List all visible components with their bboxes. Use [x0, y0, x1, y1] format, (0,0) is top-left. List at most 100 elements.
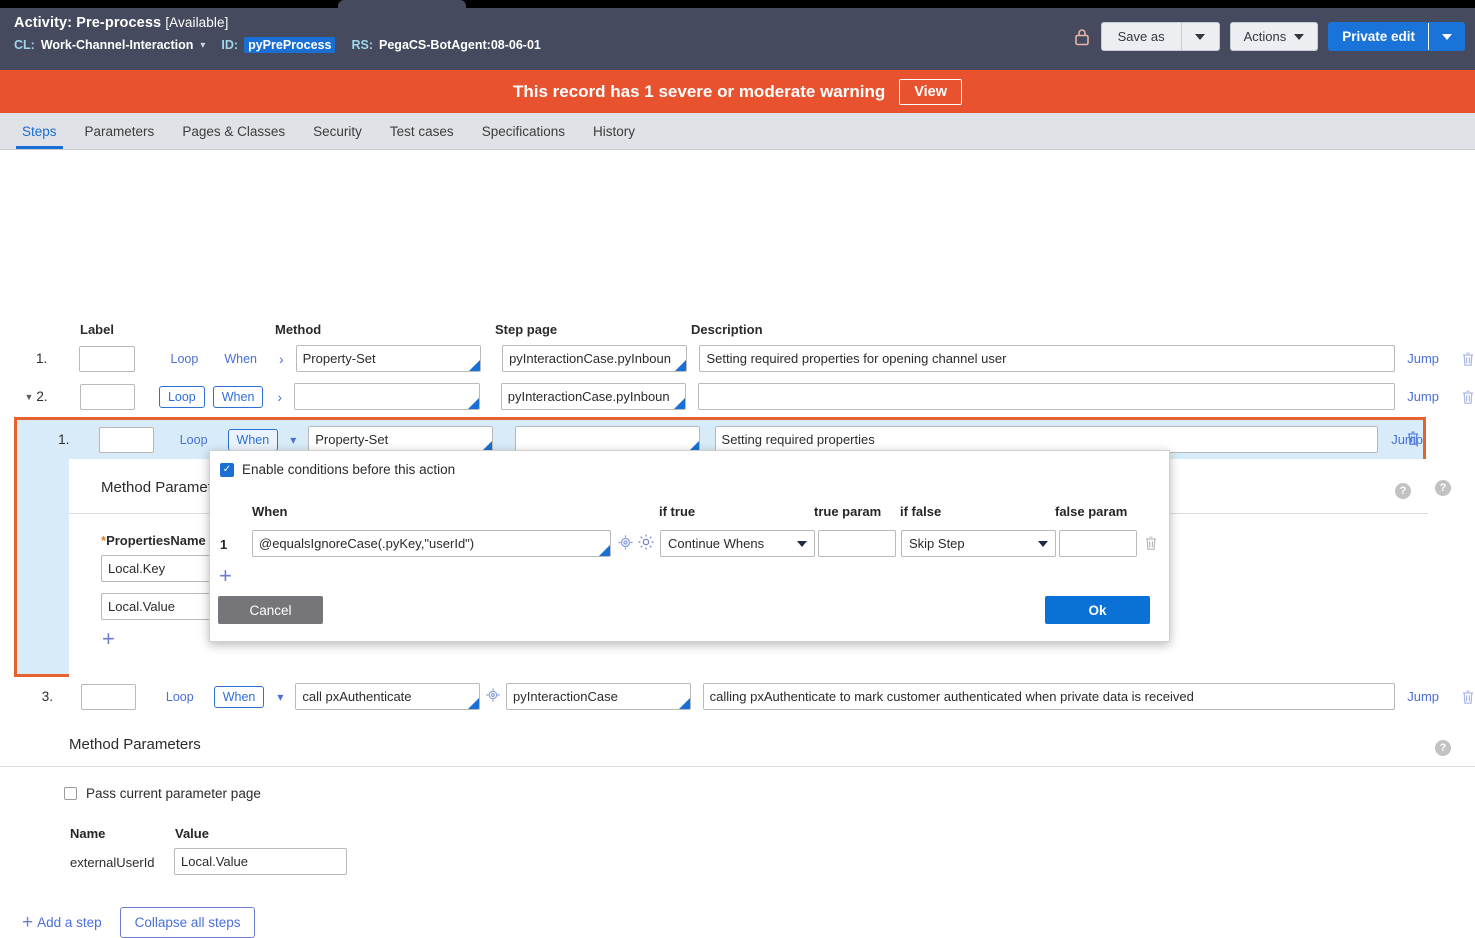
step-label-input[interactable] [80, 683, 136, 710]
collapse-triangle-icon[interactable]: ▼ [22, 392, 36, 402]
warning-banner: This record has 1 severe or moderate war… [0, 70, 1475, 113]
column-header-value: Value [175, 826, 209, 841]
when-button[interactable]: When [212, 385, 264, 408]
step-page-input[interactable]: pyInteractionCase [506, 683, 691, 710]
description-input[interactable]: calling pxAuthenticate to mark customer … [702, 683, 1396, 710]
steps-footer: + Add a step Collapse all steps [22, 907, 256, 938]
jump-link[interactable]: Jump [1407, 351, 1439, 366]
parameter-value-input[interactable]: Local.Value [174, 848, 347, 875]
warning-view-button[interactable]: View [899, 78, 963, 105]
true-param-input[interactable] [818, 530, 896, 557]
description-input[interactable] [698, 383, 1396, 410]
step-label-input[interactable] [99, 426, 154, 453]
add-condition-icon[interactable]: + [219, 565, 232, 587]
method-parameters-title: Method Parameters [69, 736, 201, 753]
step-page-input[interactable]: pyInteractionCase.pyInboun [502, 345, 688, 372]
save-as-label: Save as [1117, 29, 1165, 44]
ruleset-value: PegaCS-BotAgent:08-06-01 [379, 38, 541, 52]
chevron-down-icon [1294, 33, 1305, 40]
pass-parameter-page-label: Pass current parameter page [86, 786, 261, 801]
method-input[interactable]: Property-Set [295, 345, 482, 372]
collapse-all-steps-button[interactable]: Collapse all steps [119, 907, 256, 938]
when-conditions-popup: ✓ Enable conditions before this action W… [209, 450, 1170, 642]
tab-bar: Steps Parameters Pages & Classes Securit… [0, 113, 1475, 150]
when-link[interactable]: When [218, 352, 263, 366]
private-edit-button[interactable]: Private edit [1328, 22, 1465, 51]
tab-test-cases[interactable]: Test cases [376, 113, 468, 149]
availability-badge: [Available] [165, 15, 229, 30]
chevron-down-icon [1441, 33, 1452, 40]
save-as-button[interactable]: Save as [1100, 22, 1220, 51]
tab-pages-and-classes[interactable]: Pages & Classes [168, 113, 299, 149]
loop-link[interactable]: Loop [174, 433, 214, 447]
tab-history[interactable]: History [579, 113, 649, 149]
step-page-input[interactable]: pyInteractionCase.pyInboun [500, 383, 687, 410]
save-as-dropdown-toggle[interactable] [1180, 23, 1219, 50]
method-input[interactable] [294, 383, 480, 410]
loop-button[interactable]: Loop [158, 385, 205, 408]
column-header-method: Method [275, 322, 322, 337]
chevron-down-icon[interactable]: ▾ [200, 40, 205, 51]
nested-delete-step-icon[interactable] [1406, 430, 1420, 446]
ok-button[interactable]: Ok [1045, 596, 1150, 624]
description-input[interactable]: Setting required properties for opening … [699, 345, 1396, 372]
actions-button[interactable]: Actions [1229, 22, 1319, 51]
lock-icon[interactable] [1073, 27, 1091, 47]
if-true-select[interactable]: Continue Whens [660, 530, 815, 557]
popup-column-when: When [252, 504, 288, 519]
plus-icon: + [22, 912, 34, 933]
target-icon[interactable] [485, 687, 501, 706]
jump-link[interactable]: Jump [1407, 689, 1439, 704]
jump-link[interactable]: Jump [1407, 389, 1439, 404]
loop-link[interactable]: Loop [160, 690, 200, 704]
add-parameter-icon[interactable]: + [102, 628, 115, 650]
help-icon[interactable]: ? [1435, 480, 1451, 496]
if-false-select[interactable]: Skip Step [901, 530, 1056, 557]
expand-conditions-icon[interactable]: › [275, 351, 288, 367]
page-title-prefix: Activity: [14, 15, 73, 31]
help-icon[interactable]: ? [1435, 740, 1451, 756]
enable-conditions-checkbox[interactable]: ✓ [220, 462, 234, 477]
step-number: 1. [36, 351, 48, 366]
cancel-button[interactable]: Cancel [218, 596, 323, 624]
delete-step-icon[interactable] [1461, 351, 1475, 367]
description-input[interactable]: Setting required properties [714, 426, 1379, 453]
delete-step-icon[interactable] [1461, 389, 1475, 405]
method-input[interactable]: Property-Set [308, 426, 493, 453]
enable-conditions-label: Enable conditions before this action [242, 462, 456, 477]
delete-step-icon[interactable] [1461, 689, 1475, 705]
help-icon[interactable]: ? [1395, 483, 1411, 499]
method-input[interactable]: call pxAuthenticate [295, 683, 481, 710]
add-a-step-button[interactable]: + Add a step [22, 913, 102, 932]
chevron-down-icon[interactable]: ▾ [273, 690, 287, 704]
tab-parameters[interactable]: Parameters [71, 113, 169, 149]
step-label-input[interactable] [79, 345, 135, 372]
popup-column-if-true: if true [659, 504, 696, 519]
step-number: 2. [36, 389, 48, 404]
tab-specifications[interactable]: Specifications [468, 113, 579, 149]
tab-security[interactable]: Security [299, 113, 376, 149]
when-button[interactable]: When [213, 685, 265, 708]
false-param-input[interactable] [1059, 530, 1137, 557]
when-button[interactable]: When [227, 428, 279, 451]
expand-conditions-icon[interactable]: › [273, 389, 286, 405]
tab-steps[interactable]: Steps [8, 113, 71, 149]
loop-link[interactable]: Loop [165, 352, 205, 366]
private-edit-dropdown-toggle[interactable] [1428, 23, 1464, 50]
step-number: 1. [58, 432, 70, 447]
steps-panel: Label Method Step page Description ▼ 1. … [0, 150, 1475, 938]
chevron-down-icon[interactable]: ▾ [286, 433, 300, 447]
pass-parameter-page-checkbox[interactable] [64, 787, 77, 800]
step-page-input[interactable] [514, 426, 700, 453]
id-value: pyPreProcess [244, 37, 336, 53]
column-header-name: Name [70, 826, 106, 841]
step-number: 3. [41, 689, 53, 704]
step-label-input[interactable] [79, 383, 135, 410]
browser-tab[interactable] [338, 0, 466, 8]
when-expression-input[interactable]: @equalsIgnoreCase(.pyKey,"userId") [252, 530, 611, 557]
delete-condition-icon[interactable] [1144, 535, 1158, 551]
gear-icon[interactable] [637, 533, 655, 554]
popup-column-if-false: if false [900, 504, 942, 519]
target-icon[interactable] [617, 534, 634, 554]
ruleset-key-label: RS: [351, 38, 374, 52]
